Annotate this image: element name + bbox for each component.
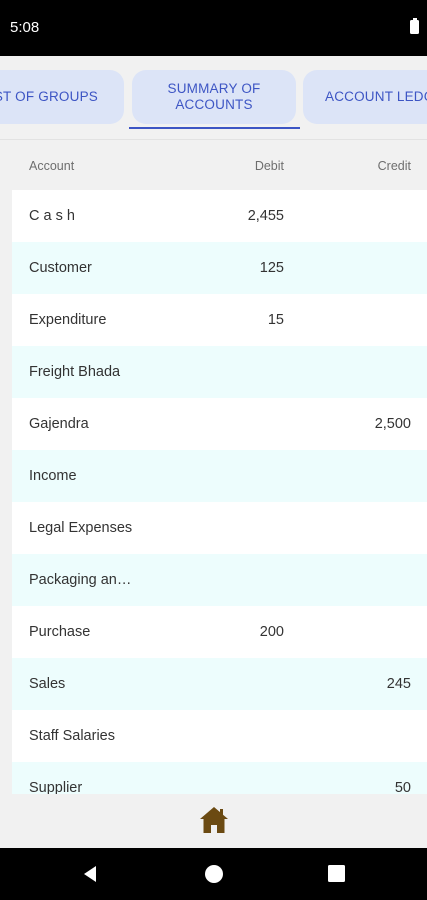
account-name: Purchase xyxy=(29,624,91,640)
home-icon[interactable] xyxy=(199,806,229,834)
table-header: Account Debit Credit xyxy=(12,152,427,180)
account-name: Gajendra xyxy=(29,416,89,432)
table-row[interactable]: Freight Bhada xyxy=(12,346,427,398)
app-screen: ST OF GROUPS SUMMARY OF ACCOUNTS ACCOUNT… xyxy=(0,56,427,848)
account-name: Legal Expenses xyxy=(29,520,133,536)
tab-strip: ST OF GROUPS SUMMARY OF ACCOUNTS ACCOUNT… xyxy=(0,66,427,140)
table-row[interactable]: Legal Expenses xyxy=(12,502,427,554)
table-row[interactable]: Sales 245 xyxy=(12,658,427,710)
table-row[interactable]: Expenditure 15 xyxy=(12,294,427,346)
status-time: 5:08 xyxy=(10,19,40,36)
credit-value: 2,500 xyxy=(374,416,411,432)
active-tab-indicator xyxy=(129,127,300,129)
account-name: Sales xyxy=(29,676,66,692)
tab-divider xyxy=(0,139,427,140)
back-icon[interactable] xyxy=(80,864,100,884)
tab-label: SUMMARY OF ACCOUNTS xyxy=(167,81,261,112)
debit-value: 200 xyxy=(259,624,284,640)
table-row[interactable]: Staff Salaries xyxy=(12,710,427,762)
account-name: Staff Salaries xyxy=(29,728,115,744)
tab-label: ST OF GROUPS xyxy=(0,89,98,104)
account-name: Packaging an… xyxy=(29,572,132,588)
accounts-table-body[interactable]: C a s h 2,455 Customer 125 Expenditure 1… xyxy=(12,190,427,794)
header-debit: Debit xyxy=(254,159,284,173)
table-row[interactable]: Gajendra 2,500 xyxy=(12,398,427,450)
credit-value: 50 xyxy=(394,780,411,794)
header-credit: Credit xyxy=(377,159,411,173)
system-nav-bar xyxy=(0,848,427,900)
debit-value: 125 xyxy=(259,260,284,276)
tab-label: ACCOUNT LEDG xyxy=(325,89,427,104)
status-bar: 5:08 xyxy=(0,0,427,56)
home-circle-icon[interactable] xyxy=(205,865,223,883)
table-row[interactable]: Customer 125 xyxy=(12,242,427,294)
table-row[interactable]: Income xyxy=(12,450,427,502)
tab-list-of-groups[interactable]: ST OF GROUPS xyxy=(0,70,124,124)
recents-icon[interactable] xyxy=(328,865,345,882)
table-row[interactable]: Packaging an… xyxy=(12,554,427,606)
account-name: Income xyxy=(29,468,77,484)
account-name: Expenditure xyxy=(29,312,107,328)
table-row[interactable]: C a s h 2,455 xyxy=(12,190,427,242)
account-name: C a s h xyxy=(29,208,75,224)
debit-value: 15 xyxy=(267,312,284,328)
account-name: Customer xyxy=(29,260,92,276)
header-account: Account xyxy=(29,159,75,173)
table-row[interactable]: Supplier 50 xyxy=(12,762,427,794)
account-name: Supplier xyxy=(29,780,83,794)
battery-icon xyxy=(410,18,419,34)
table-row[interactable]: Purchase 200 xyxy=(12,606,427,658)
debit-value: 2,455 xyxy=(247,208,284,224)
tab-summary-of-accounts[interactable]: SUMMARY OF ACCOUNTS xyxy=(132,70,296,124)
bottom-bar xyxy=(0,794,427,848)
credit-value: 245 xyxy=(386,676,411,692)
tab-account-ledger[interactable]: ACCOUNT LEDG xyxy=(303,70,427,124)
account-name: Freight Bhada xyxy=(29,364,121,380)
